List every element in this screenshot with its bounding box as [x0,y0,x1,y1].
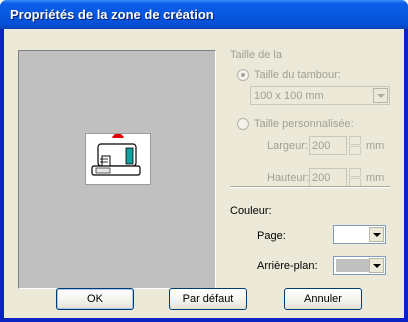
width-label: Largeur: [267,140,308,152]
custom-size-label: Taille personnalisée: [254,118,354,130]
sewing-machine-icon [85,131,151,185]
width-down-button[interactable] [349,146,361,155]
page-color-select[interactable] [333,225,386,244]
width-unit: mm [366,140,385,152]
width-value: 200 [312,140,331,152]
height-unit: mm [366,172,385,184]
height-value: 200 [312,172,331,184]
dialog-window: Propriétés de la zone de création Taille… [0,0,408,322]
page-color-label: Page: [257,230,286,242]
width-stepper[interactable] [349,136,361,155]
height-stepper[interactable] [349,168,361,187]
cancel-button[interactable]: Annuler [284,288,362,310]
separator [230,186,390,188]
dialog-body: Taille de la Taille du tambour: 100 x 10… [4,29,404,318]
width-field[interactable]: 200 [309,136,347,155]
hoop-size-value: 100 x 100 mm [254,90,324,102]
ok-button[interactable]: OK [56,288,134,310]
background-color-swatch [336,259,369,272]
title-bar[interactable]: Propriétés de la zone de création [0,0,408,29]
page-color-swatch [336,228,369,241]
height-field[interactable]: 200 [309,168,347,187]
chevron-down-icon[interactable] [369,258,384,273]
custom-size-radio[interactable] [237,118,249,130]
design-area-preview [18,50,216,289]
size-group-label: Taille de la [230,49,282,61]
color-group-label: Couleur: [230,205,272,217]
width-up-button[interactable] [349,136,361,145]
height-label: Hauteur: [267,172,310,184]
hoop-size-radio[interactable] [237,69,249,81]
height-up-button[interactable] [349,168,361,177]
chevron-down-icon[interactable] [373,88,388,103]
hoop-size-label: Taille du tambour: [254,69,341,81]
window-title: Propriétés de la zone de création [10,7,214,22]
hoop-size-select[interactable]: 100 x 100 mm [250,86,390,105]
background-color-label: Arrière-plan: [257,260,318,272]
background-color-select[interactable] [333,256,386,275]
default-button[interactable]: Par défaut [169,288,247,310]
chevron-down-icon[interactable] [369,227,384,242]
